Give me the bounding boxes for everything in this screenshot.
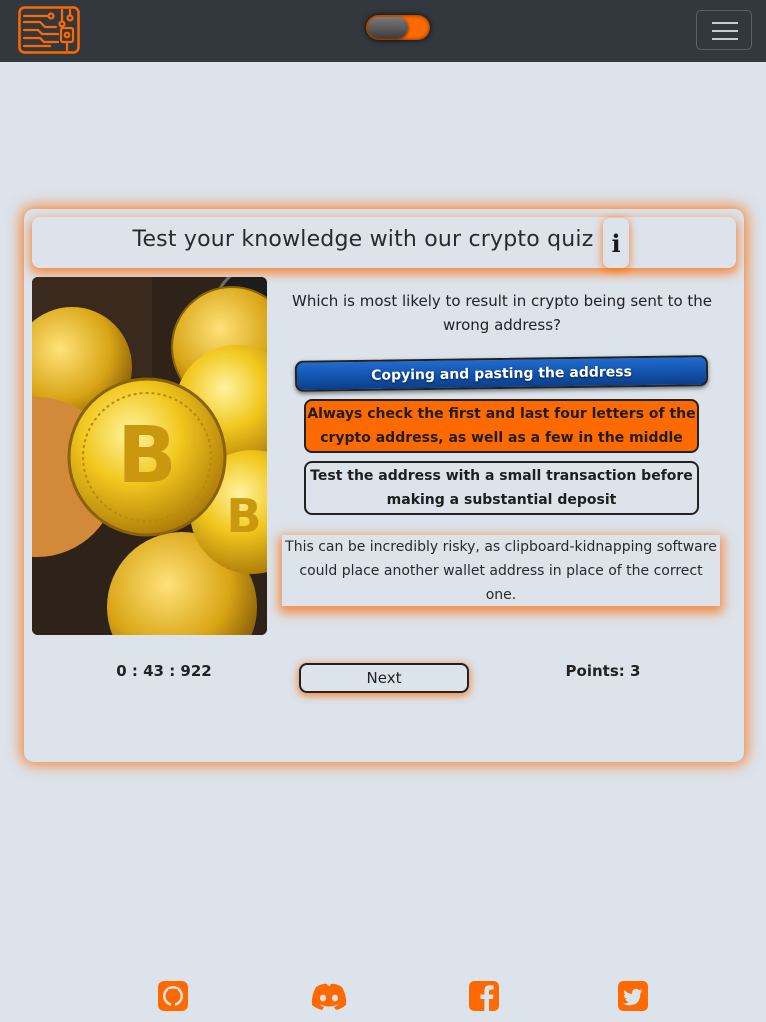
- next-button[interactable]: Next: [299, 663, 469, 693]
- quiz-card: Test your knowledge with our crypto quiz…: [24, 209, 744, 762]
- hamburger-icon: [712, 38, 738, 40]
- twitter-icon[interactable]: [617, 980, 649, 1012]
- answer-option-2[interactable]: Always check the first and last four let…: [304, 399, 699, 453]
- hamburger-icon: [712, 22, 738, 24]
- hamburger-menu-button[interactable]: [696, 10, 752, 50]
- github-icon[interactable]: [157, 980, 189, 1012]
- quiz-title: Test your knowledge with our crypto quiz: [132, 227, 594, 252]
- discord-icon[interactable]: [310, 980, 348, 1012]
- toggle-knob[interactable]: [368, 17, 408, 38]
- quiz-title-box: Test your knowledge with our crypto quiz…: [32, 217, 736, 268]
- bitcoin-and-dogecoin-coins-image: B B: [32, 277, 267, 635]
- points-counter: Points: 3: [565, 662, 641, 680]
- circuit-chip-icon[interactable]: [18, 6, 80, 54]
- navbar: [0, 0, 766, 62]
- answer-option-3[interactable]: Test the address with a small transactio…: [304, 461, 699, 515]
- svg-text:B: B: [117, 411, 176, 501]
- question-text: Which is most likely to result in crypto…: [291, 292, 713, 334]
- svg-text:B: B: [226, 489, 261, 543]
- info-icon[interactable]: i: [603, 218, 629, 268]
- hamburger-icon: [712, 30, 738, 32]
- facebook-icon[interactable]: [468, 980, 500, 1012]
- answer-explanation: This can be incredibly risky, as clipboa…: [282, 535, 720, 606]
- quiz-timer: 0 : 43 : 922: [116, 662, 212, 680]
- dark-mode-toggle[interactable]: [366, 15, 430, 40]
- answer-option-1[interactable]: Copying and pasting the address: [294, 355, 709, 392]
